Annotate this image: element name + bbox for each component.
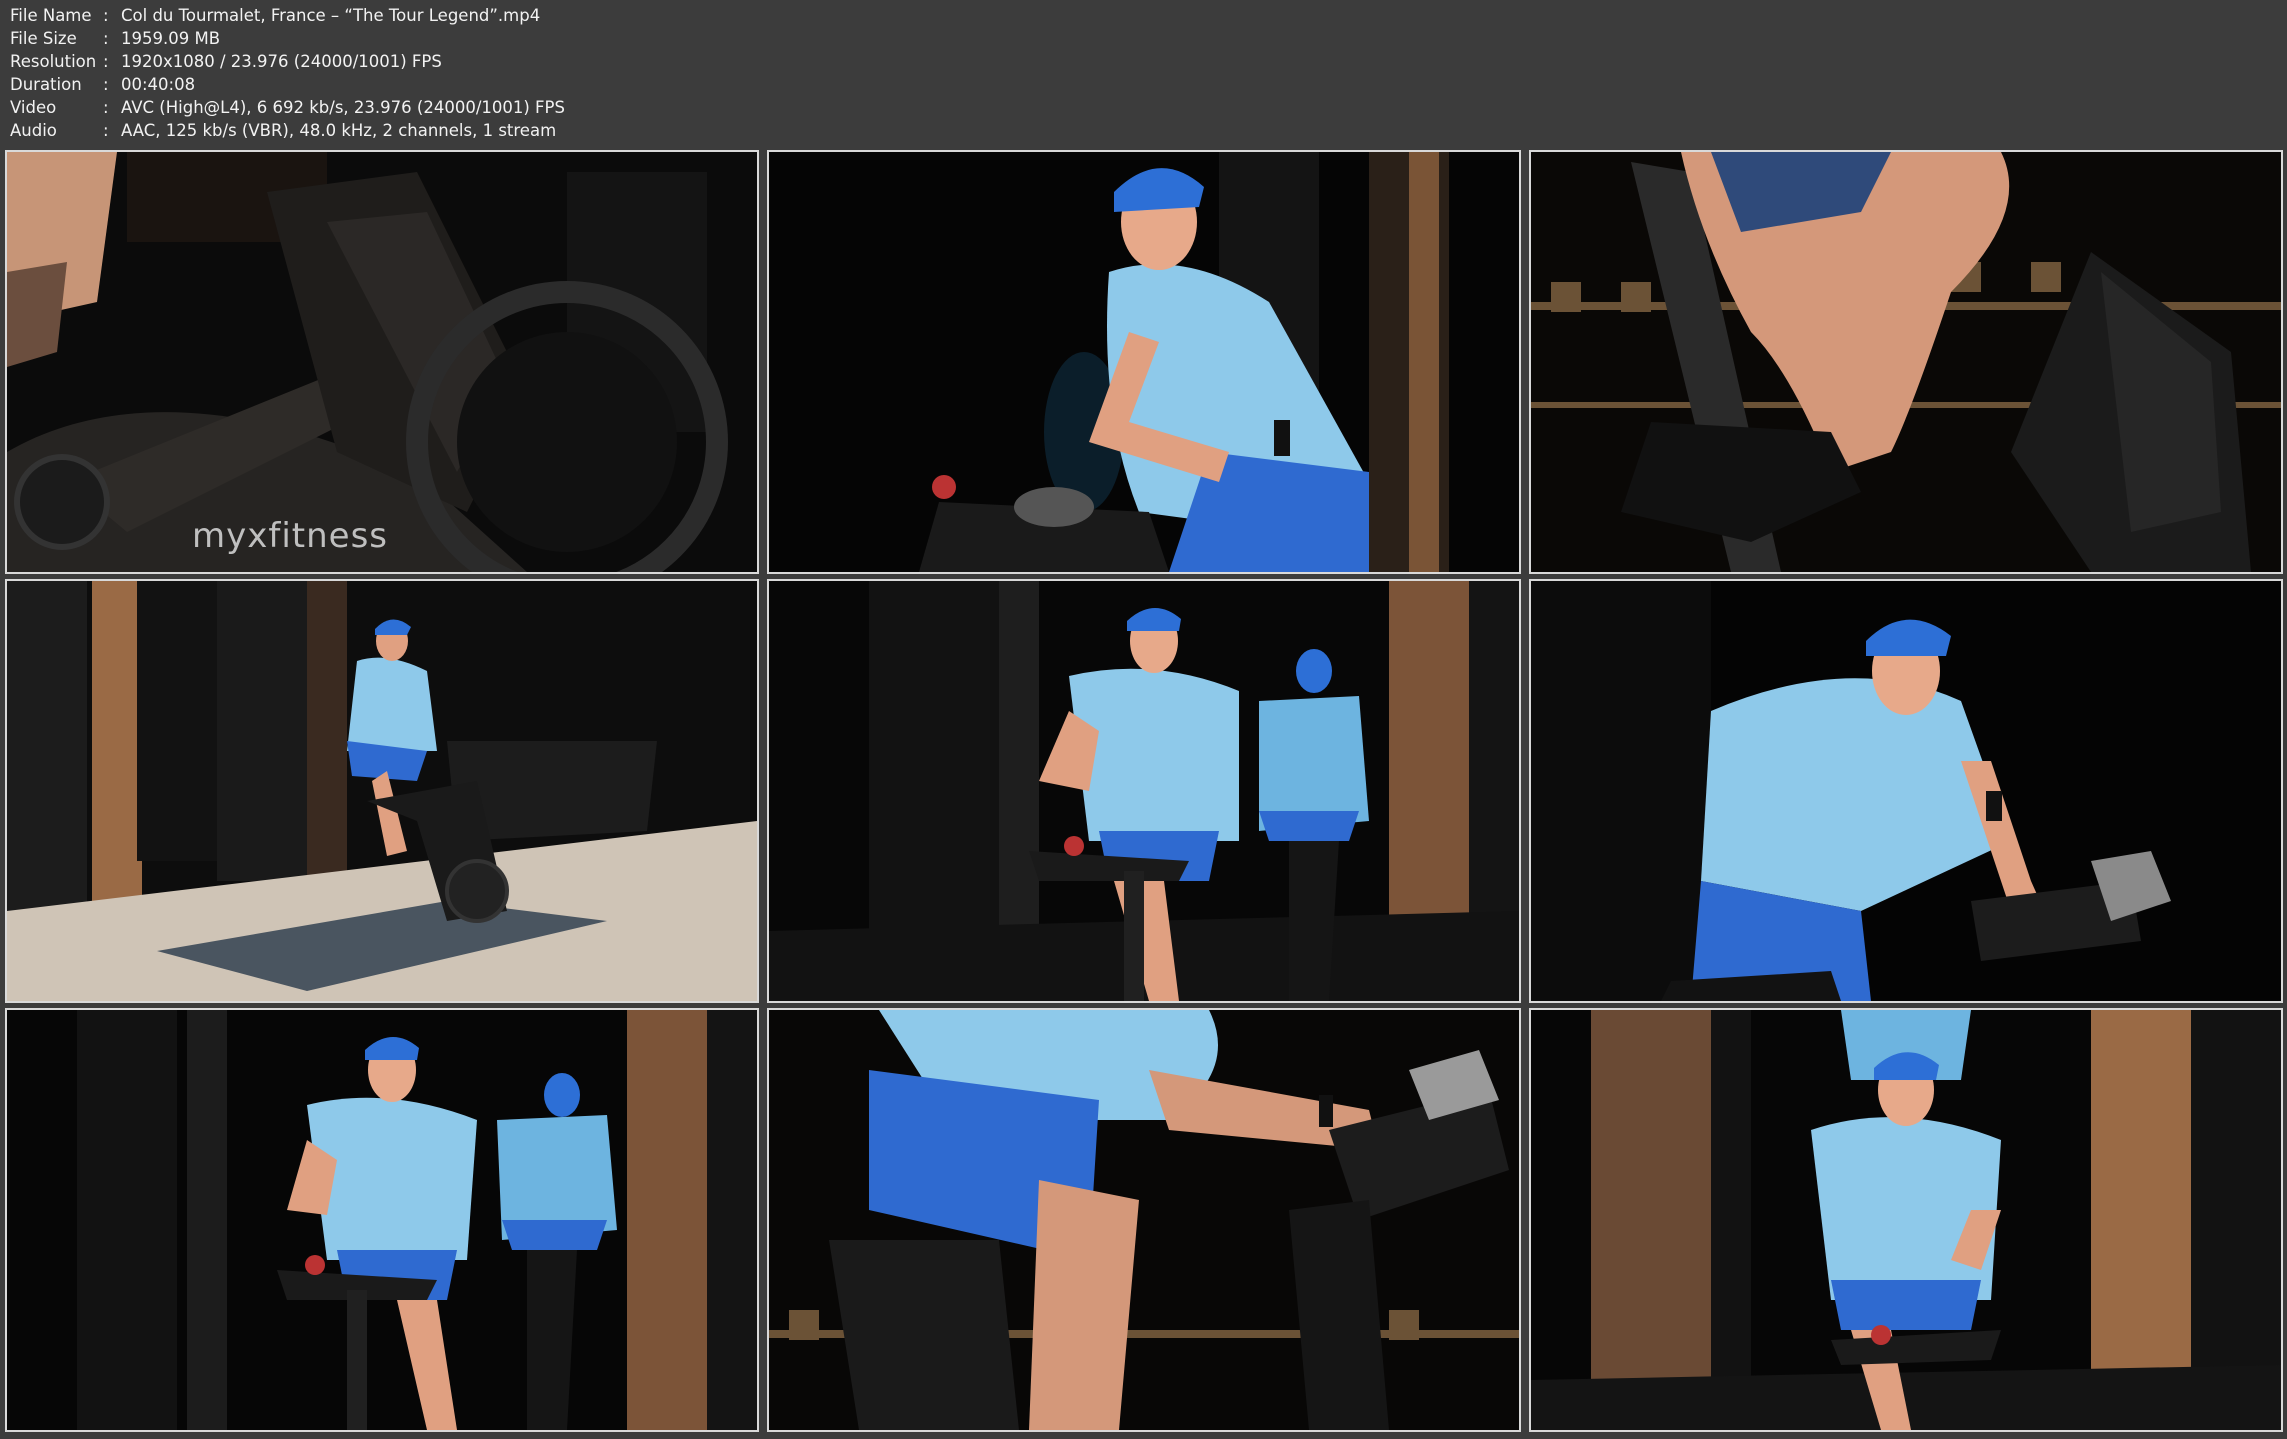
file-info: File Name : Col du Tourmalet, France – “… <box>10 4 1410 144</box>
brand-logo-text: myxfitness <box>192 516 388 556</box>
thumbnail-grid: myxfitness <box>5 150 2283 1434</box>
meta-separator: : <box>103 29 109 48</box>
studio-wide-image <box>7 581 757 1001</box>
resolution-value: 1920x1080 / 23.976 (24000/1001) FPS <box>121 52 442 71</box>
meta-separator: : <box>103 75 109 94</box>
meta-label: Resolution <box>10 52 97 71</box>
meta-label: File Name <box>10 6 92 25</box>
file-name-row: File Name : Col du Tourmalet, France – “… <box>10 4 1410 27</box>
thumbnail-4 <box>5 579 759 1003</box>
meta-label: Video <box>10 98 57 117</box>
video-row: Video : AVC (High@L4), 6 692 kb/s, 23.97… <box>10 96 1410 119</box>
thumbnail-8 <box>767 1008 1521 1432</box>
thumbnail-9 <box>1529 1008 2283 1432</box>
thumbnail-1: myxfitness <box>5 150 759 574</box>
audio-row: Audio : AAC, 125 kb/s (VBR), 48.0 kHz, 2… <box>10 119 1410 142</box>
bike-frame-closeup-image: myxfitness <box>7 152 757 572</box>
instructor-smiling-image <box>1531 1010 2281 1430</box>
leg-pedaling-image <box>1531 152 2281 572</box>
meta-separator: : <box>103 52 109 71</box>
meta-separator: : <box>103 98 109 117</box>
instructor-leaning-image <box>1531 581 2281 1001</box>
thumbnail-sheet: File Name : Col du Tourmalet, France – “… <box>0 0 2287 1439</box>
duration-value: 00:40:08 <box>121 75 196 94</box>
audio-value: AAC, 125 kb/s (VBR), 48.0 kHz, 2 channel… <box>121 121 557 140</box>
thumbnail-5 <box>767 579 1521 1003</box>
meta-label: Duration <box>10 75 82 94</box>
instructor-talking-image <box>769 152 1519 572</box>
duration-row: Duration : 00:40:08 <box>10 73 1410 96</box>
instructor-pointing-image <box>769 581 1519 1001</box>
meta-separator: : <box>103 121 109 140</box>
file-size-row: File Size : 1959.09 MB <box>10 27 1410 50</box>
meta-separator: : <box>103 6 109 25</box>
file-size-value: 1959.09 MB <box>121 29 221 48</box>
file-name-value: Col du Tourmalet, France – “The Tour Leg… <box>121 6 541 25</box>
instructor-gesturing-image <box>7 1010 757 1430</box>
thumbnail-7 <box>5 1008 759 1432</box>
thumbnail-3 <box>1529 150 2283 574</box>
thumbnail-6 <box>1529 579 2283 1003</box>
resolution-row: Resolution : 1920x1080 / 23.976 (24000/1… <box>10 50 1410 73</box>
thumbnail-2 <box>767 150 1521 574</box>
meta-label: Audio <box>10 121 57 140</box>
instructor-side-closeup-image <box>769 1010 1519 1430</box>
meta-label: File Size <box>10 29 77 48</box>
video-value: AVC (High@L4), 6 692 kb/s, 23.976 (24000… <box>121 98 565 117</box>
